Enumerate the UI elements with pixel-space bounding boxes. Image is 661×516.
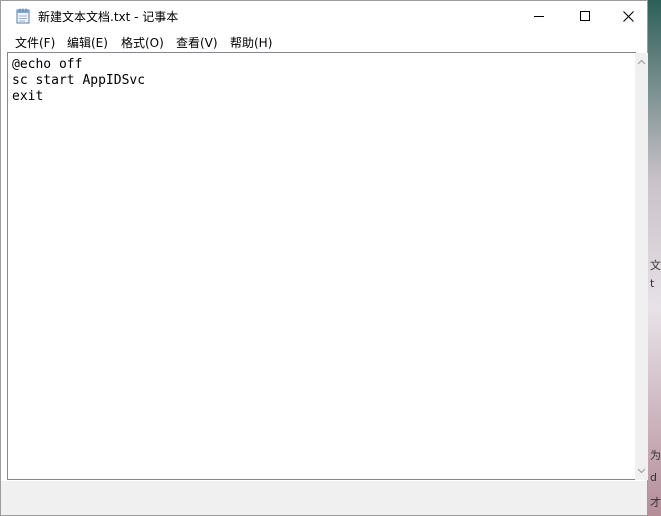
menu-help[interactable]: 帮助(H) xyxy=(230,34,272,51)
maximize-button[interactable] xyxy=(562,1,608,31)
vertical-scrollbar[interactable] xyxy=(635,53,648,480)
desktop-edge-glyph: 为 xyxy=(650,449,661,462)
menu-view[interactable]: 查看(V) xyxy=(176,34,218,51)
chevron-down-icon xyxy=(637,468,646,474)
window-title: 新建文本文档.txt - 记事本 xyxy=(38,10,179,24)
notepad-window: 新建文本文档.txt - 记事本 文件(F) 编辑(E) 格式(O) 查看(V)… xyxy=(0,0,648,516)
editor-line: sc start AppIDSvc xyxy=(12,73,146,88)
menu-file[interactable]: 文件(F) xyxy=(15,34,55,51)
status-bar xyxy=(1,481,647,515)
close-button[interactable] xyxy=(608,1,649,31)
desktop-edge-glyph: d xyxy=(650,471,657,484)
title-bar[interactable]: 新建文本文档.txt - 记事本 xyxy=(1,1,647,31)
close-icon xyxy=(623,10,634,22)
scroll-down-button[interactable] xyxy=(635,464,648,478)
editor-content[interactable]: @echo off sc start AppIDSvc exit xyxy=(12,57,145,105)
menu-bar: 文件(F) 编辑(E) 格式(O) 查看(V) 帮助(H) xyxy=(1,31,647,52)
menu-format[interactable]: 格式(O) xyxy=(121,34,164,51)
scroll-up-button[interactable] xyxy=(635,55,648,69)
editor-line: @echo off xyxy=(12,57,83,72)
desktop-edge-glyph: t xyxy=(650,277,655,290)
desktop-edge-glyph: 才 xyxy=(650,496,661,509)
maximize-icon xyxy=(580,11,590,21)
text-editor[interactable]: @echo off sc start AppIDSvc exit xyxy=(7,52,636,480)
chevron-up-icon xyxy=(637,59,646,65)
editor-line: exit xyxy=(12,89,44,104)
desktop-background: 文 t 为 d 才 xyxy=(648,0,661,516)
minimize-icon xyxy=(534,16,544,17)
menu-edit[interactable]: 编辑(E) xyxy=(67,34,108,51)
desktop-edge-glyph: 文 xyxy=(650,259,661,272)
notepad-icon[interactable] xyxy=(16,8,30,24)
minimize-button[interactable] xyxy=(516,1,562,31)
